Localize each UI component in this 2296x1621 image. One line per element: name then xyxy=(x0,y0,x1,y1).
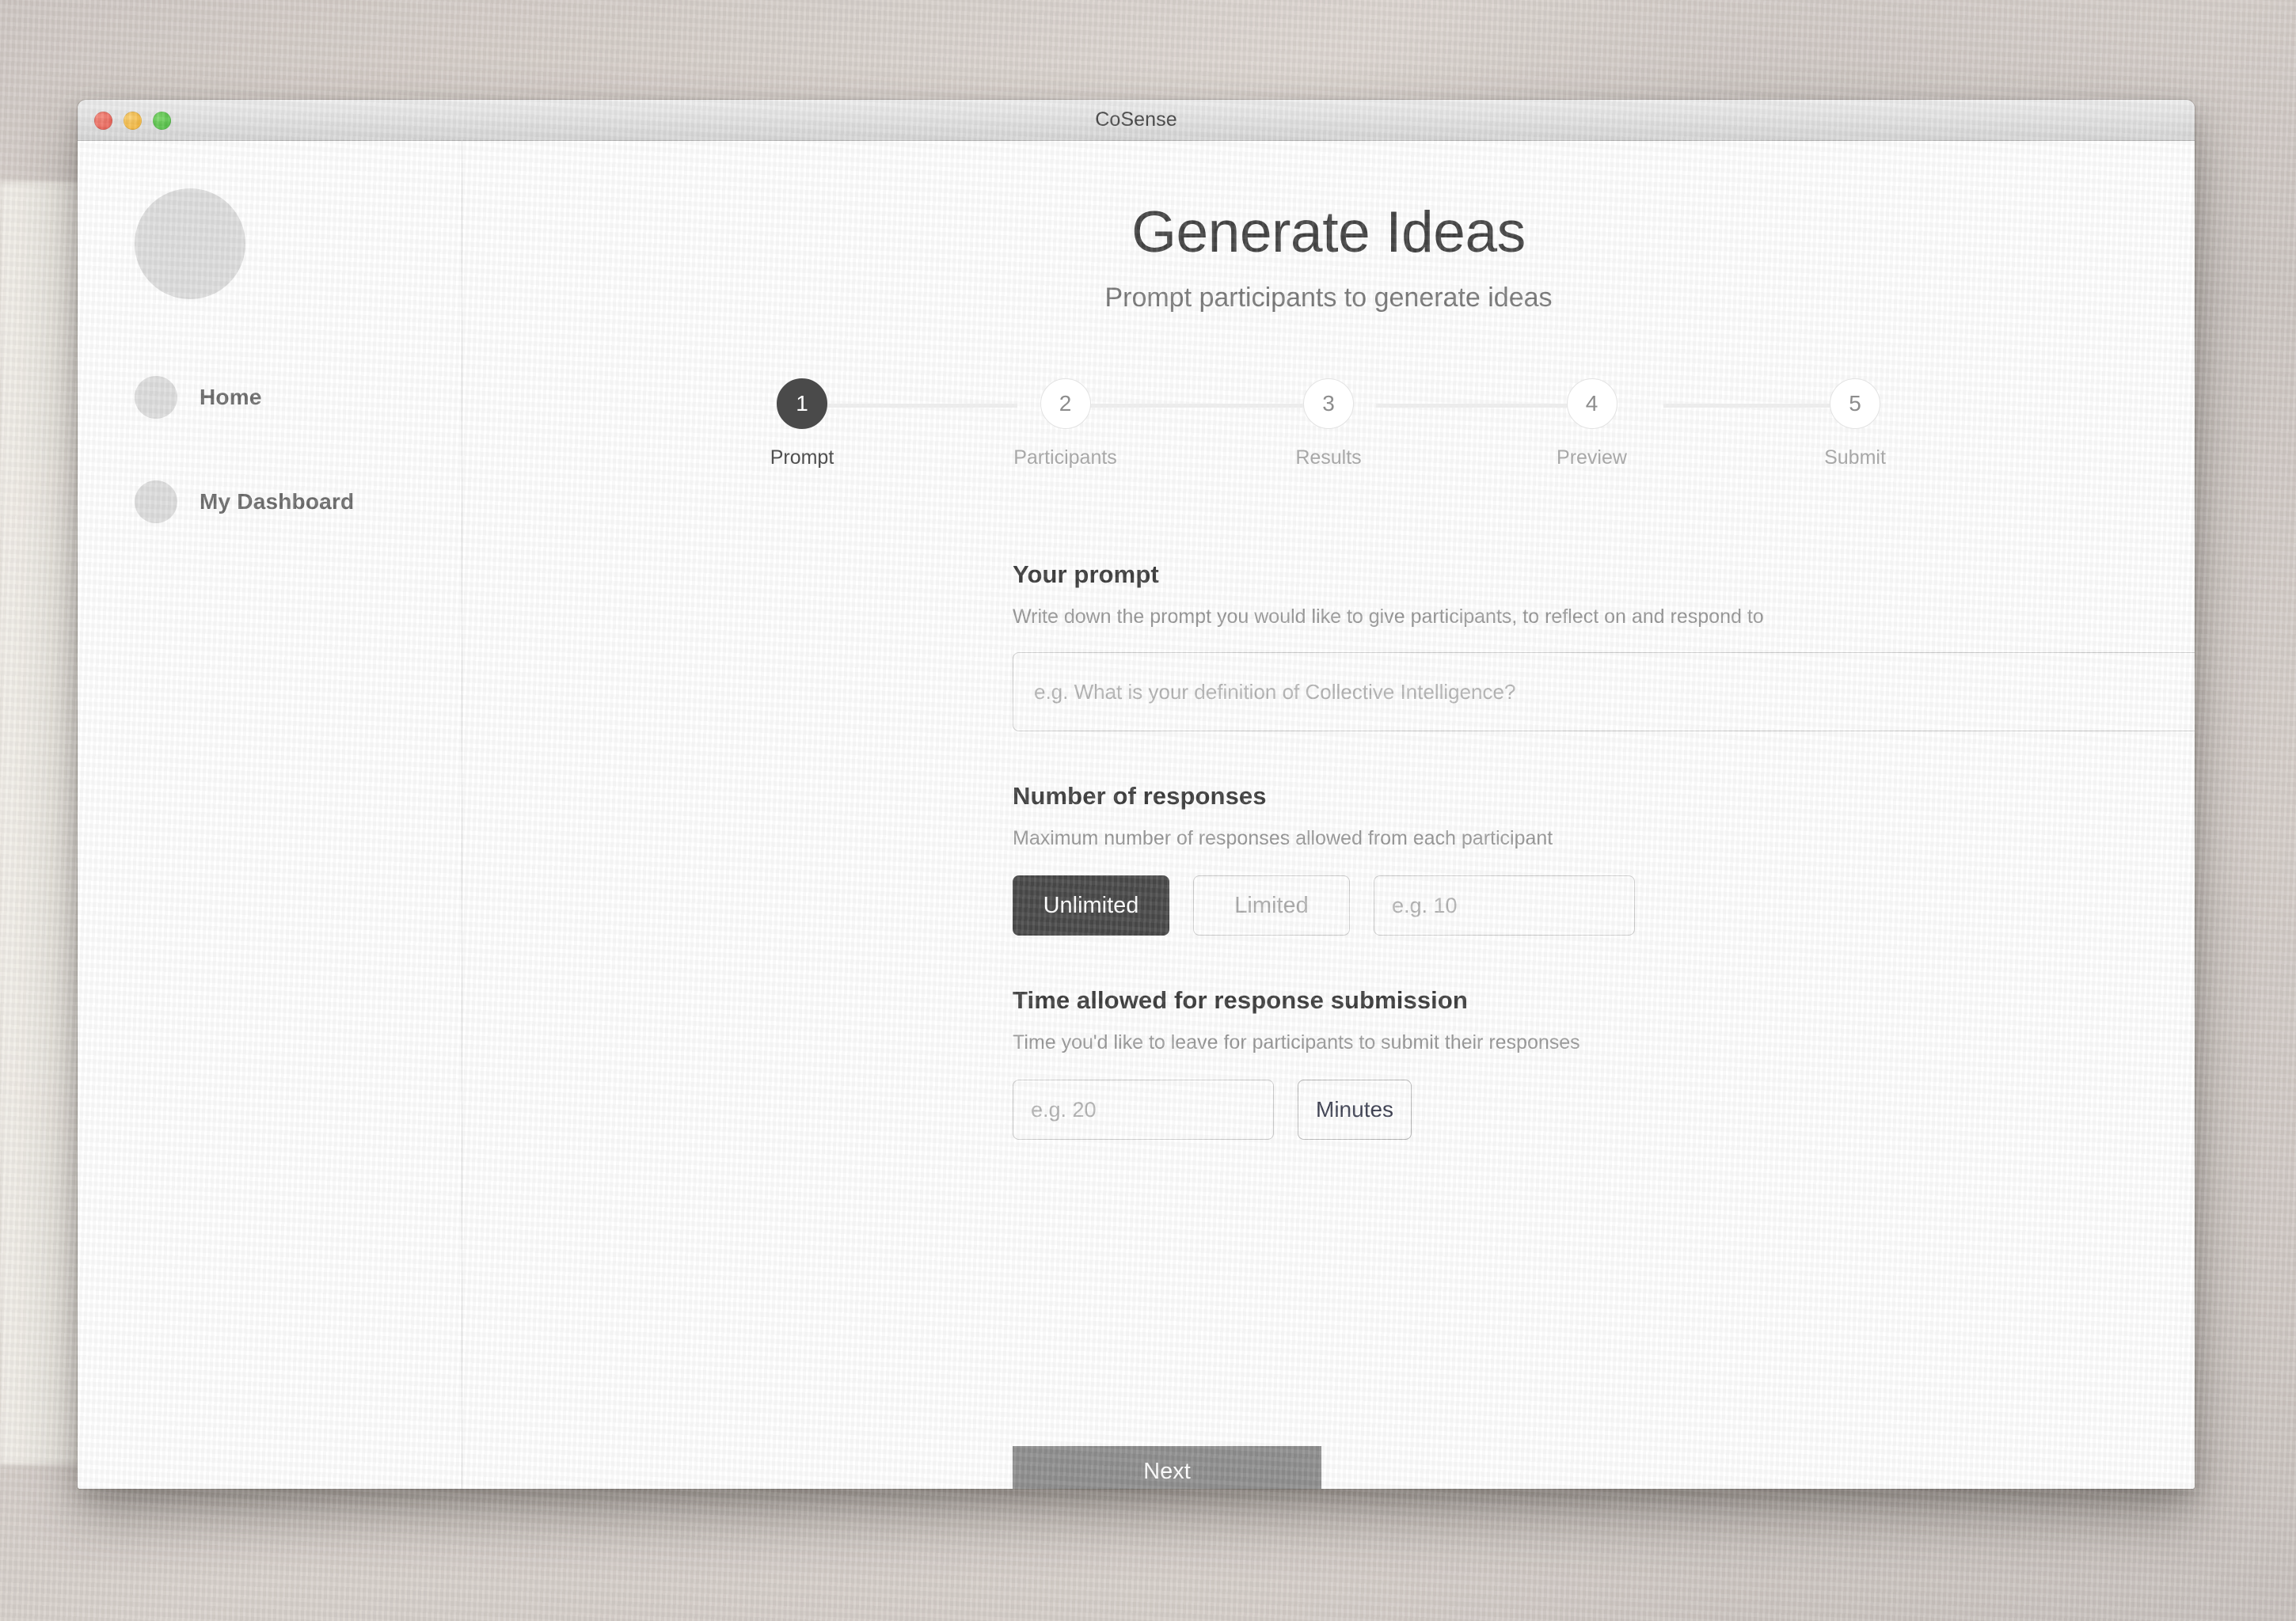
dashboard-icon xyxy=(135,480,177,523)
section-help-text: Maximum number of responses allowed from… xyxy=(1013,827,1553,849)
prompt-input[interactable] xyxy=(1013,652,2195,731)
time-amount-input[interactable] xyxy=(1013,1080,1274,1140)
setup-form: Your prompt Write down the prompt you wo… xyxy=(462,560,2195,1140)
time-controls: Minutes xyxy=(1013,1080,2195,1140)
stepper-step-number: 3 xyxy=(1303,378,1354,429)
stepper-step-number: 1 xyxy=(777,378,827,429)
sidebar-item-my-dashboard[interactable]: My Dashboard xyxy=(135,480,462,523)
window-body: Home My Dashboard Generate Ideas Prompt … xyxy=(78,141,2195,1489)
maximize-window-icon[interactable] xyxy=(153,111,171,130)
traffic-light-controls[interactable] xyxy=(94,100,171,141)
window-title: CoSense xyxy=(1095,108,1177,131)
stepper-step-preview[interactable]: 4 Preview xyxy=(1521,378,1663,469)
application-window: CoSense Home My Dashboard Generate Ideas… xyxy=(78,100,2195,1489)
stepper-step-label: Results xyxy=(1295,446,1362,469)
stepper-step-number: 4 xyxy=(1566,378,1617,429)
section-help-text: Time you'd like to leave for participant… xyxy=(1013,1031,1580,1053)
stepper-track: 1 Prompt 2 Participants 3 Results 4 Prev… xyxy=(731,378,1926,469)
window-titlebar: CoSense xyxy=(78,100,2195,141)
page-title: Generate Ideas xyxy=(1131,200,1526,264)
sidebar-nav: Home My Dashboard xyxy=(135,376,462,523)
response-count-input[interactable] xyxy=(1374,875,1635,936)
desktop-background: CoSense Home My Dashboard Generate Ideas… xyxy=(0,0,2296,1621)
sidebar-item-label: Home xyxy=(200,385,262,409)
section-your-prompt: Your prompt Write down the prompt you wo… xyxy=(1013,560,2195,731)
main-content: Generate Ideas Prompt participants to ge… xyxy=(462,141,2195,1489)
stepper-step-label: Preview xyxy=(1557,446,1627,469)
stepper-step-label: Participants xyxy=(1013,446,1117,469)
close-window-icon[interactable] xyxy=(94,111,112,130)
sidebar-item-home[interactable]: Home xyxy=(135,376,462,419)
time-unit-button[interactable]: Minutes xyxy=(1298,1080,1412,1140)
section-title: Your prompt xyxy=(1013,560,1159,588)
stepper-step-results[interactable]: 3 Results xyxy=(1257,378,1400,469)
stepper-step-label: Submit xyxy=(1824,446,1886,469)
page-header: Generate Ideas Prompt participants to ge… xyxy=(462,141,2195,313)
section-number-of-responses: Number of responses Maximum number of re… xyxy=(1013,782,2195,936)
stepper-step-number: 2 xyxy=(1040,378,1091,429)
stepper-step-submit[interactable]: 5 Submit xyxy=(1784,378,1926,469)
responses-controls: Unlimited Limited xyxy=(1013,875,2195,936)
minimize-window-icon[interactable] xyxy=(124,111,142,130)
next-button[interactable]: Next xyxy=(1013,1446,1321,1489)
limited-responses-button[interactable]: Limited xyxy=(1193,875,1350,936)
unlimited-responses-button[interactable]: Unlimited xyxy=(1013,875,1169,936)
section-title: Time allowed for response submission xyxy=(1013,986,1468,1014)
avatar[interactable] xyxy=(135,188,245,299)
sidebar-item-label: My Dashboard xyxy=(200,489,355,514)
page-subtitle: Prompt participants to generate ideas xyxy=(1104,283,1553,313)
stepper-step-prompt[interactable]: 1 Prompt xyxy=(731,378,873,469)
section-time-allowed: Time allowed for response submission Tim… xyxy=(1013,986,2195,1140)
section-title: Number of responses xyxy=(1013,782,1267,810)
sidebar: Home My Dashboard xyxy=(78,141,462,1489)
stepper-step-participants[interactable]: 2 Participants xyxy=(994,378,1137,469)
home-icon xyxy=(135,376,177,419)
stepper-step-label: Prompt xyxy=(770,446,834,469)
section-help-text: Write down the prompt you would like to … xyxy=(1013,606,1764,628)
stepper-step-number: 5 xyxy=(1830,378,1880,429)
progress-stepper: 1 Prompt 2 Participants 3 Results 4 Prev… xyxy=(731,378,1926,473)
